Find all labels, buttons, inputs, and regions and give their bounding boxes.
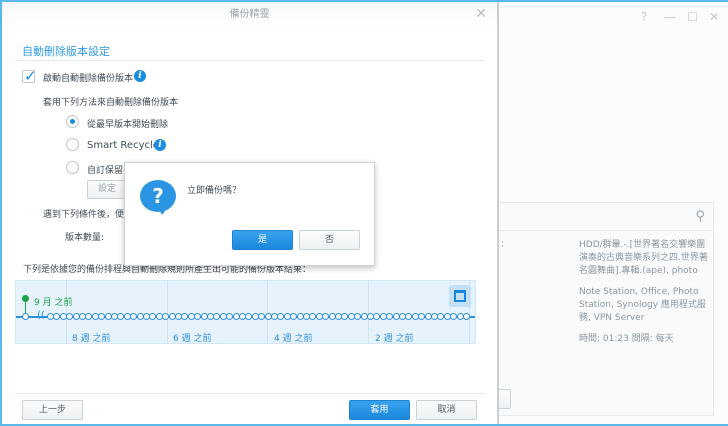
restore-settings-icon[interactable]: ⚲ <box>695 209 705 224</box>
condition-label: 遇到下列條件後，便 <box>43 210 125 220</box>
calendar-button[interactable] <box>449 285 471 307</box>
apply-button[interactable]: 套用 <box>349 400 410 420</box>
version-dot <box>463 313 470 320</box>
oldest-label: 9 月 之前 <box>34 298 73 308</box>
panel-header: ⚲ <box>499 203 713 231</box>
radio-oldest-first[interactable] <box>66 115 79 128</box>
dialog-title: 備份精靈 <box>2 2 497 28</box>
divider <box>267 281 268 343</box>
divider <box>15 60 485 61</box>
option-label: 自訂保留 <box>87 166 124 176</box>
confirm-dialog: ? 立即備份嗎？ 是 否 <box>124 162 375 266</box>
apps-value: Note Station, Office, Photo Station, Syn… <box>579 287 706 323</box>
maximize-button[interactable]: ☐ <box>687 10 698 24</box>
panel-button[interactable] <box>497 389 511 409</box>
divider <box>368 281 369 343</box>
radio-smart-recycle[interactable] <box>66 138 79 151</box>
info-icon[interactable]: i <box>134 70 146 82</box>
back-button[interactable]: 上一步 <box>22 400 83 420</box>
week-label: 8 週 之前 <box>72 334 111 344</box>
week-label: 2 週 之前 <box>375 334 414 344</box>
question-icon-tail <box>158 207 168 215</box>
divider <box>167 281 168 343</box>
close-button[interactable]: ✕ <box>709 10 719 24</box>
version-count-label: 版本數量: <box>65 233 105 243</box>
help-button[interactable]: ? <box>641 10 647 24</box>
enable-auto-delete-label: 啟動自動刪除備份版本 <box>43 74 134 84</box>
week-label: 4 週 之前 <box>274 334 313 344</box>
version-timeline: 9 月 之前 (( 8 週 之前 6 週 之前 4 週 之前 2 週 之前 <box>15 280 476 344</box>
enable-auto-delete-checkbox[interactable]: ✓ <box>22 67 37 85</box>
no-button[interactable]: 否 <box>299 230 360 250</box>
option-label: Smart Recycle <box>87 140 159 151</box>
section-title: 自動刪除版本設定 <box>22 45 110 58</box>
schedule-value: 時間: 01:23 間隔: 每天 <box>579 334 674 344</box>
divider <box>15 393 485 394</box>
gap-break-icon: (( <box>37 310 45 321</box>
oldest-marker-icon <box>22 295 29 302</box>
version-dot <box>22 313 29 320</box>
close-icon[interactable]: ✕ <box>475 6 487 22</box>
minimize-button[interactable]: — <box>664 10 676 24</box>
task-detail-panel: ⚲ : HDD/群暈.-.[世界著名交響樂團演奏的古典音樂系列之四.世界著名圓舞… <box>497 202 714 416</box>
week-label: 6 週 之前 <box>173 334 212 344</box>
field-label: : <box>501 239 505 249</box>
destination-value: HDD/群暈.-.[世界著名交響樂團演奏的古典音樂系列之四.世界著名圓舞曲].專… <box>579 240 708 276</box>
info-icon[interactable]: i <box>154 139 166 151</box>
checkmark-icon: ✓ <box>24 67 37 85</box>
radio-custom-retention[interactable] <box>66 161 79 174</box>
yes-button[interactable]: 是 <box>232 230 293 250</box>
option-label: 從最早版本開始刪除 <box>87 120 169 130</box>
cancel-button[interactable]: 取消 <box>416 400 477 420</box>
divider <box>66 281 67 343</box>
calendar-icon <box>454 290 466 302</box>
settings-button[interactable]: 設定 <box>87 180 127 199</box>
method-label: 套用下列方法來自動刪除備份版本 <box>43 98 179 108</box>
confirm-message: 立即備份嗎？ <box>187 186 242 196</box>
